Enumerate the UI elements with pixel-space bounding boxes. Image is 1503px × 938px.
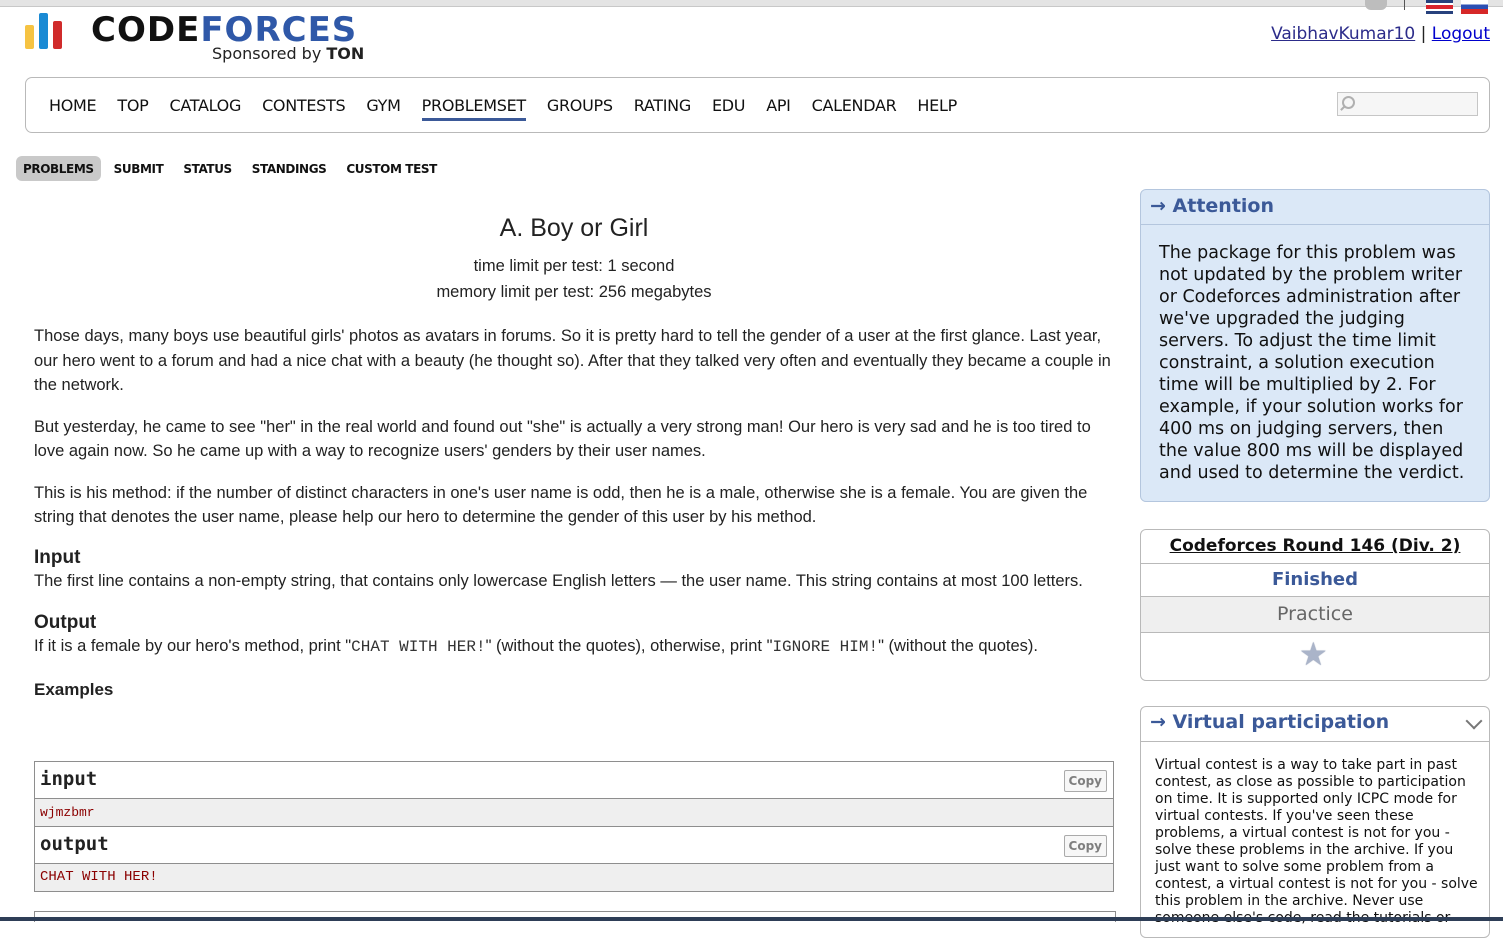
virtual-participation-box: → Virtual participation Virtual contest … (1140, 706, 1490, 938)
virtual-title: → Virtual participation (1150, 711, 1390, 733)
logo-bar-yellow (25, 25, 34, 49)
menu-item-problemset[interactable]: PROBLEMSET (421, 96, 526, 121)
round-status: Finished (1141, 564, 1489, 597)
submenu-standings[interactable]: STANDINGS (245, 156, 334, 181)
submenu-custom-test[interactable]: CUSTOM TEST (339, 156, 444, 181)
russian-flag-icon[interactable] (1461, 0, 1488, 14)
sponsored-by: Sponsored by TON (212, 44, 365, 63)
menu-item-groups[interactable]: GROUPS (547, 96, 613, 121)
attention-text: The package for this problem was not upd… (1159, 243, 1465, 483)
example-output-header: output Copy (35, 826, 1113, 864)
browser-top-strip (0, 0, 1503, 7)
menu-item-api[interactable]: API (766, 96, 791, 121)
menu-item-top[interactable]: TOP (117, 96, 148, 121)
attention-title: → Attention (1150, 195, 1274, 217)
legend-paragraph: This is his method: if the number of dis… (34, 483, 1088, 527)
legend-paragraph: But yesterday, he came to see "her" in t… (34, 417, 1091, 461)
example-block: input Copy wjmzbmr output Copy CHAT WITH… (34, 761, 1114, 892)
time-limit: time limit per test: 1 second (473, 257, 675, 275)
attention-box: → Attention The package for this problem… (1140, 189, 1490, 502)
output-specification: If it is a female by our hero's method, … (34, 637, 1039, 656)
user-links-separator: | (1420, 24, 1427, 44)
round-practice: Practice (1141, 597, 1489, 633)
username-link[interactable]: VaibhavKumar10 (1271, 24, 1415, 44)
submenu-problems[interactable]: PROBLEMS (16, 156, 101, 181)
menu-item-catalog[interactable]: CATALOG (169, 96, 241, 121)
submenu-status[interactable]: STATUS (176, 156, 238, 181)
example-input-header: input Copy (35, 762, 1113, 799)
codeforces-logo[interactable]: CODEFORCES Sponsored by TON (25, 8, 385, 68)
logout-link[interactable]: Logout (1432, 24, 1490, 44)
contest-box: Codeforces Round 146 (Div. 2) Finished P… (1140, 529, 1490, 681)
window-bottom-edge (0, 917, 1503, 921)
english-flag-icon[interactable] (1426, 0, 1453, 14)
menu-item-rating[interactable]: RATING (634, 96, 692, 121)
legend-paragraph: Those days, many boys use beautiful girl… (34, 327, 1111, 394)
chevron-down-icon[interactable] (1465, 712, 1483, 730)
menu-item-help[interactable]: HELP (917, 96, 957, 121)
code-chat-with-her: CHAT WITH HER! (351, 638, 486, 656)
menu-item-home[interactable]: HOME (49, 96, 97, 121)
main-menu-items: HOME TOP CATALOG CONTESTS GYM PROBLEMSET… (49, 96, 957, 121)
example-output-label: output (40, 833, 109, 855)
round-name-link[interactable]: Codeforces Round 146 (Div. 2) (1141, 530, 1489, 564)
memory-limit: memory limit per test: 256 megabytes (436, 283, 712, 301)
lang-switch-icon[interactable] (1365, 0, 1387, 10)
search-icon (1342, 96, 1355, 109)
virtual-text: Virtual contest is a way to take part in… (1155, 757, 1478, 926)
language-flags (1365, 0, 1495, 16)
problem-statement: A. Boy or Girl time limit per test: 1 se… (34, 210, 1114, 700)
main-menu: HOME TOP CATALOG CONTESTS GYM PROBLEMSET… (25, 77, 1490, 133)
logo-bar-blue (39, 13, 48, 49)
attention-header: → Attention (1141, 190, 1489, 225)
problemset-submenu: PROBLEMS SUBMIT STATUS STANDINGS CUSTOM … (16, 156, 444, 181)
code-ignore-him: IGNORE HIM! (772, 638, 879, 656)
output-section-title: Output (34, 612, 97, 633)
virtual-header[interactable]: → Virtual participation (1141, 707, 1489, 742)
input-specification: The first line contains a non-empty stri… (34, 571, 1083, 590)
menu-item-contests[interactable]: CONTESTS (262, 96, 346, 121)
problem-title: A. Boy or Girl (499, 214, 649, 242)
copy-output-button[interactable]: Copy (1063, 835, 1107, 857)
menu-item-edu[interactable]: EDU (712, 96, 746, 121)
menu-item-gym[interactable]: GYM (366, 96, 401, 121)
user-links: VaibhavKumar10 | Logout (1271, 24, 1490, 44)
menu-item-calendar[interactable]: CALENDAR (812, 96, 897, 121)
example-input-value: wjmzbmr (35, 799, 1113, 826)
copy-input-button[interactable]: Copy (1063, 770, 1107, 792)
input-section-title: Input (34, 546, 81, 568)
example-input-label: input (40, 768, 98, 790)
submenu-submit[interactable]: SUBMIT (107, 156, 171, 181)
examples-title: Examples (34, 679, 114, 699)
star-icon[interactable]: ★ (1299, 636, 1328, 672)
logo-bar-red (53, 21, 62, 49)
example-output-value: CHAT WITH HER! (35, 864, 1113, 891)
search-input[interactable] (1337, 92, 1478, 116)
flag-separator (1404, 0, 1405, 10)
